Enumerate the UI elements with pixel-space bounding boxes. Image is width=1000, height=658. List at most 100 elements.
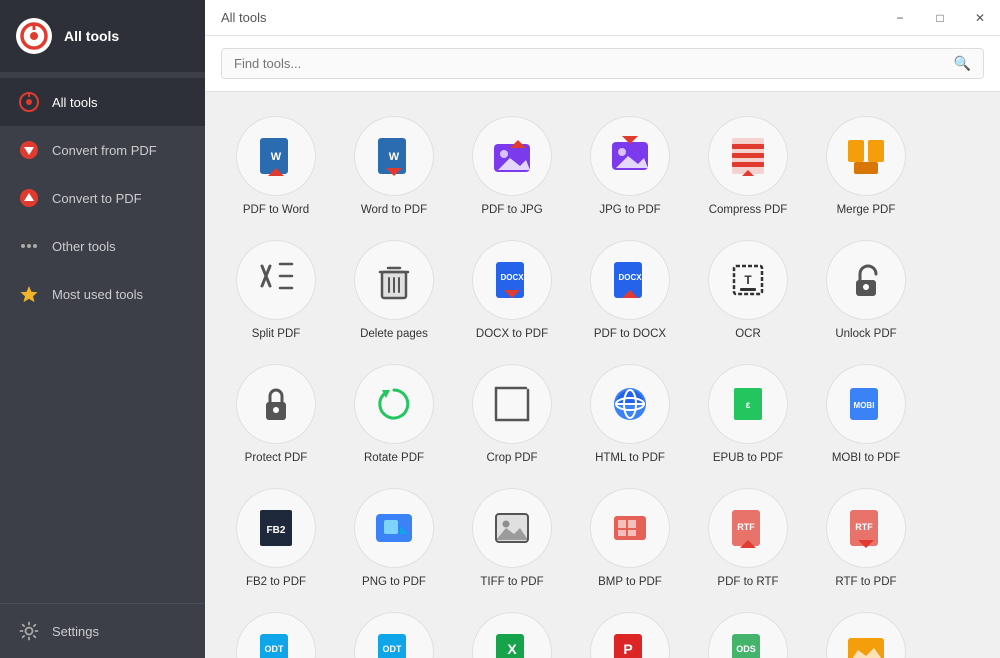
tool-item-pdf-to-docx[interactable]: DOCX PDF to DOCX	[575, 232, 685, 348]
tool-item-word-to-pdf[interactable]: W Word to PDF	[339, 108, 449, 224]
tool-item-ods-to-pdf[interactable]: ODS ODS to PDF	[693, 604, 803, 658]
sidebar-item-other-tools[interactable]: Other tools	[0, 222, 205, 270]
tool-item-ppt-to-pdf[interactable]: P PPT to PDF	[575, 604, 685, 658]
sidebar-item-convert-to-pdf[interactable]: Convert to PDF	[0, 174, 205, 222]
tool-icon-rotate-pdf	[354, 364, 434, 444]
svg-text:ODT: ODT	[383, 644, 403, 654]
search-input-wrap: 🔍	[221, 48, 984, 79]
tool-label-mobi-to-pdf: MOBI to PDF	[832, 452, 900, 464]
close-button[interactable]: ✕	[960, 0, 1000, 36]
tool-item-jpg-to-pdf[interactable]: JPG to PDF	[575, 108, 685, 224]
tool-icon-word-to-pdf: W	[354, 116, 434, 196]
minimize-button[interactable]: −	[880, 0, 920, 36]
tool-item-rotate-pdf[interactable]: Rotate PDF	[339, 356, 449, 472]
tool-label-epub-to-pdf: EPUB to PDF	[713, 452, 783, 464]
tool-icon-tiff-to-pdf	[472, 488, 552, 568]
tool-icon-ppt-to-pdf: P	[590, 612, 670, 658]
sidebar-label-other-tools: Other tools	[52, 239, 116, 254]
tool-icon-excel-to-pdf: X	[472, 612, 552, 658]
svg-text:T: T	[744, 273, 752, 287]
sidebar-item-most-used-tools[interactable]: Most used tools	[0, 270, 205, 318]
tool-label-pdf-to-word: PDF to Word	[243, 204, 309, 216]
convert-from-pdf-icon	[18, 139, 40, 161]
sidebar-item-convert-from-pdf[interactable]: Convert from PDF	[0, 126, 205, 174]
search-input[interactable]	[234, 56, 954, 71]
tool-item-pdf-to-bmp[interactable]: PDF to BMP	[811, 604, 921, 658]
tool-icon-html-to-pdf	[590, 364, 670, 444]
svg-text:W: W	[389, 151, 400, 163]
tool-label-jpg-to-pdf: JPG to PDF	[599, 204, 660, 216]
settings-label: Settings	[52, 624, 99, 639]
svg-text:X: X	[507, 641, 517, 657]
svg-text:DOCX: DOCX	[500, 273, 524, 282]
tool-item-tiff-to-pdf[interactable]: TIFF to PDF	[457, 480, 567, 596]
tool-item-excel-to-pdf[interactable]: X Excel to PDF	[457, 604, 567, 658]
sidebar-label-convert-from-pdf: Convert from PDF	[52, 143, 157, 158]
tool-item-crop-pdf[interactable]: Crop PDF	[457, 356, 567, 472]
tool-item-pdf-to-rtf[interactable]: RTF PDF to RTF	[693, 480, 803, 596]
app-logo-icon	[16, 18, 52, 54]
tool-item-fb2-to-pdf[interactable]: FB2 FB2 to PDF	[221, 480, 331, 596]
tool-item-compress-pdf[interactable]: Compress PDF	[693, 108, 803, 224]
svg-text:RTF: RTF	[855, 522, 873, 532]
tool-icon-pdf-to-jpg	[472, 116, 552, 196]
sidebar-app-title: All tools	[64, 28, 119, 44]
sidebar-label-convert-to-pdf: Convert to PDF	[52, 191, 142, 206]
tool-label-ocr: OCR	[735, 328, 761, 340]
settings-nav-item[interactable]: Settings	[18, 620, 187, 642]
tool-item-html-to-pdf[interactable]: HTML to PDF	[575, 356, 685, 472]
tool-item-pdf-to-odt[interactable]: ODT PDF to ODT	[221, 604, 331, 658]
search-icon: 🔍	[954, 55, 971, 72]
tool-icon-bmp-to-pdf	[590, 488, 670, 568]
sidebar-logo: All tools	[0, 0, 205, 72]
svg-text:ODS: ODS	[736, 644, 756, 654]
tool-icon-unlock-pdf	[826, 240, 906, 320]
sidebar-label-all-tools: All tools	[52, 95, 98, 110]
tool-item-pdf-to-jpg[interactable]: PDF to JPG	[457, 108, 567, 224]
most-used-tools-icon	[18, 283, 40, 305]
sidebar-nav: All tools Convert from PDF Convert to PD…	[0, 72, 205, 603]
tool-label-split-pdf: Split PDF	[252, 328, 301, 340]
tool-item-epub-to-pdf[interactable]: ε EPUB to PDF	[693, 356, 803, 472]
tool-icon-delete-pages	[354, 240, 434, 320]
svg-text:ε: ε	[746, 400, 751, 411]
tool-icon-ocr: T	[708, 240, 788, 320]
tool-item-delete-pages[interactable]: Delete pages	[339, 232, 449, 348]
settings-icon	[18, 620, 40, 642]
tool-item-merge-pdf[interactable]: Merge PDF	[811, 108, 921, 224]
tool-icon-mobi-to-pdf: MOBI	[826, 364, 906, 444]
tool-label-tiff-to-pdf: TIFF to PDF	[480, 576, 543, 588]
tool-label-compress-pdf: Compress PDF	[709, 204, 788, 216]
tool-item-ocr[interactable]: T OCR	[693, 232, 803, 348]
tool-icon-pdf-to-rtf: RTF	[708, 488, 788, 568]
tool-item-unlock-pdf[interactable]: Unlock PDF	[811, 232, 921, 348]
tool-item-pdf-to-word[interactable]: W PDF to Word	[221, 108, 331, 224]
tool-item-split-pdf[interactable]: Split PDF	[221, 232, 331, 348]
tool-item-protect-pdf[interactable]: Protect PDF	[221, 356, 331, 472]
svg-text:P: P	[623, 641, 632, 657]
tool-icon-crop-pdf	[472, 364, 552, 444]
tools-grid: W PDF to Word W Word to PDF PDF to JPG J…	[205, 92, 1000, 658]
tool-label-docx-to-pdf: DOCX to PDF	[476, 328, 548, 340]
sidebar-label-most-used-tools: Most used tools	[52, 287, 143, 302]
convert-to-pdf-icon	[18, 187, 40, 209]
tool-label-delete-pages: Delete pages	[360, 328, 428, 340]
tool-label-rotate-pdf: Rotate PDF	[364, 452, 424, 464]
tool-item-mobi-to-pdf[interactable]: MOBI MOBI to PDF	[811, 356, 921, 472]
svg-text:W: W	[271, 151, 282, 163]
tool-item-docx-to-pdf[interactable]: DOCX DOCX to PDF	[457, 232, 567, 348]
tool-item-png-to-pdf[interactable]: PNG to PDF	[339, 480, 449, 596]
tool-label-pdf-to-jpg: PDF to JPG	[481, 204, 542, 216]
sidebar-item-all-tools[interactable]: All tools	[0, 78, 205, 126]
sidebar-footer: Settings	[0, 603, 205, 658]
tool-icon-png-to-pdf	[354, 488, 434, 568]
tool-icon-pdf-to-bmp	[826, 612, 906, 658]
tool-item-bmp-to-pdf[interactable]: BMP to PDF	[575, 480, 685, 596]
tool-item-rtf-to-pdf[interactable]: RTF RTF to PDF	[811, 480, 921, 596]
tool-item-odt-to-pdf[interactable]: ODT ODT to PDF	[339, 604, 449, 658]
titlebar: All tools − □ ✕	[205, 0, 1000, 36]
svg-text:DOCX: DOCX	[618, 273, 642, 282]
maximize-button[interactable]: □	[920, 0, 960, 36]
svg-text:MOBI: MOBI	[854, 401, 875, 410]
sidebar: All tools All tools Convert from PDF	[0, 0, 205, 658]
